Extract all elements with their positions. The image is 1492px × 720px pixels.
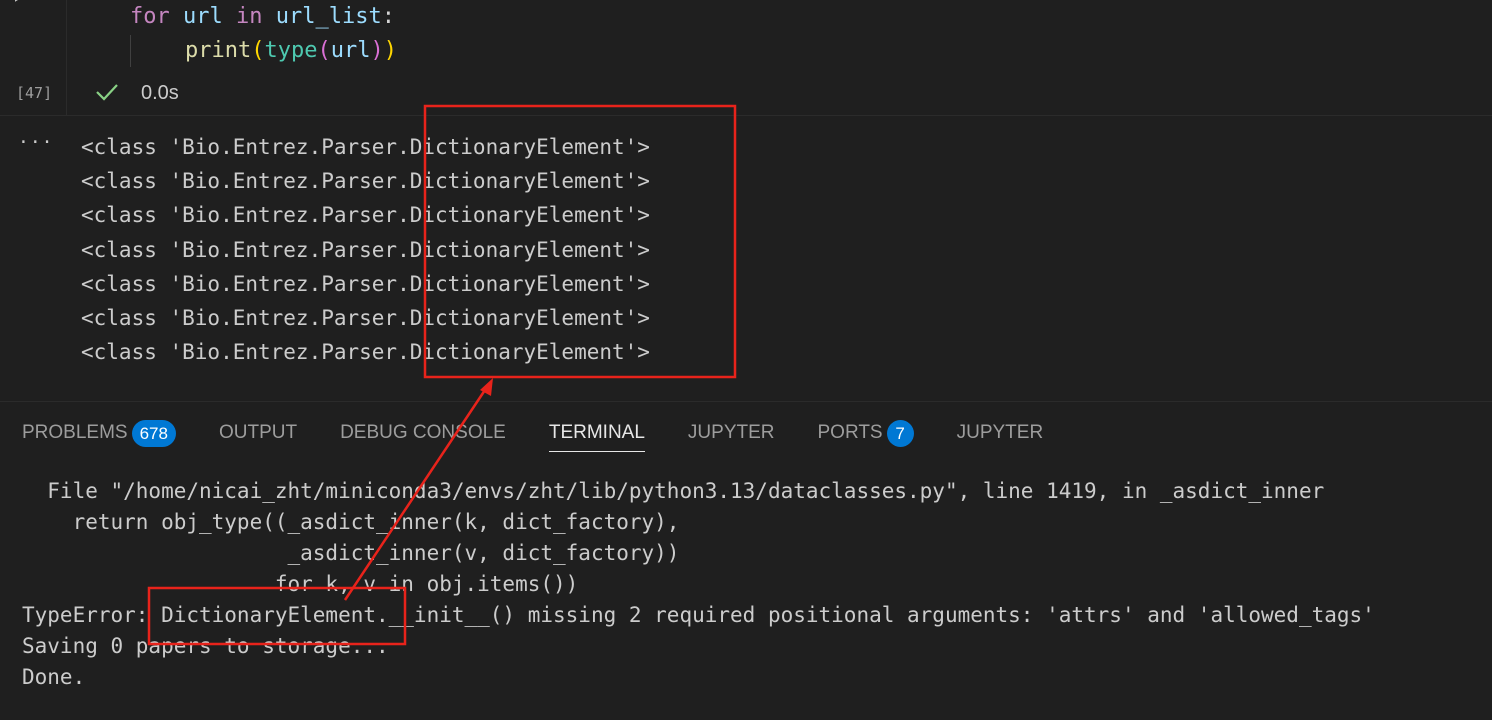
check-icon <box>95 80 119 104</box>
terminal-line: _asdict_inner(v, dict_factory)) <box>22 541 680 565</box>
output-line: <class 'Bio.Entrez.Parser.DictionaryElem… <box>81 305 650 330</box>
output-line: <class 'Bio.Entrez.Parser.DictionaryElem… <box>81 203 650 228</box>
code-line-1: for url in url_list: <box>130 4 395 29</box>
code-cell-editor[interactable]: for url in url_list: print(type(url)) <box>66 0 1492 115</box>
tab-label: OUTPUT <box>218 422 298 443</box>
annotation-arrowhead <box>480 378 493 396</box>
tab-jupyter-2[interactable]: JUPYTER <box>957 416 1044 450</box>
output-line: <class 'Bio.Entrez.Parser.DictionaryElem… <box>81 135 650 159</box>
code-line-2: print(type(url)) <box>185 38 397 63</box>
tab-problems[interactable]: PROBLEMS 678 <box>22 416 176 450</box>
execution-time: 0.0s <box>141 82 179 104</box>
terminal-line: for k, v in obj.items()) <box>22 572 579 596</box>
tab-label: JUPYTER <box>687 422 775 443</box>
tab-debug-console[interactable]: DEBUG CONSOLE <box>340 416 506 450</box>
tab-label: PORTS <box>817 422 883 443</box>
terminal-line: TypeError: DictionaryElement.__init__() … <box>22 603 1375 627</box>
output-line: <class 'Bio.Entrez.Parser.DictionaryElem… <box>81 340 650 365</box>
tab-label: DEBUG CONSOLE <box>340 422 506 443</box>
tab-label: TERMINAL <box>548 422 645 443</box>
ports-count-badge: 7 <box>886 419 914 447</box>
panel-tabs: PROBLEMS 678 OUTPUT DEBUG CONSOLE TERMIN… <box>22 416 1086 452</box>
cell-output: <class 'Bio.Entrez.Parser.DictionaryElem… <box>81 131 650 370</box>
output-line: <class 'Bio.Entrez.Parser.DictionaryElem… <box>81 271 650 296</box>
terminal-output[interactable]: File "/home/nicai_zht/miniconda3/envs/zh… <box>22 476 1375 693</box>
panel-border <box>0 401 1492 402</box>
tab-label: PROBLEMS <box>22 422 128 443</box>
tab-output[interactable]: OUTPUT <box>219 416 297 450</box>
output-line: <class 'Bio.Entrez.Parser.DictionaryElem… <box>81 237 650 262</box>
terminal-line: return obj_type((_asdict_inner(k, dict_f… <box>22 510 680 534</box>
tab-jupyter[interactable]: JUPYTER <box>688 416 775 450</box>
run-cell-icon[interactable] <box>10 0 40 8</box>
tab-label: JUPYTER <box>956 422 1044 443</box>
problems-count-badge: 678 <box>131 419 176 447</box>
terminal-line: Saving 0 papers to storage... <box>22 634 389 658</box>
output-divider <box>0 115 1492 116</box>
tab-terminal[interactable]: TERMINAL <box>548 416 646 452</box>
output-line: <class 'Bio.Entrez.Parser.DictionaryElem… <box>81 169 650 194</box>
terminal-line: Done. <box>22 665 86 689</box>
execution-count: [47] <box>16 84 53 102</box>
notebook-window: for url in url_list: print(type(url)) [4… <box>0 0 1492 720</box>
tab-ports[interactable]: PORTS 7 <box>818 416 914 450</box>
indent-guide <box>130 35 131 67</box>
terminal-line: File "/home/nicai_zht/miniconda3/envs/zh… <box>22 479 1325 503</box>
output-more-actions-icon[interactable]: ··· <box>18 132 54 153</box>
